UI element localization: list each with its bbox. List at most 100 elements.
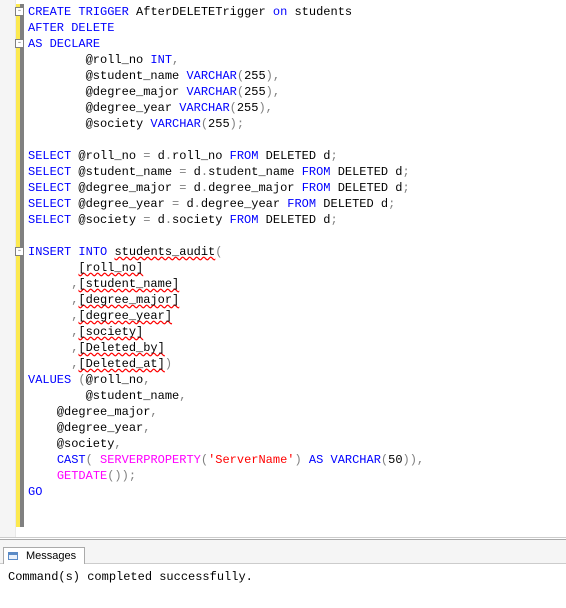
code-token: DELETED d bbox=[316, 197, 388, 211]
code-line[interactable]: SELECT @roll_no = d.roll_no FROM DELETED… bbox=[28, 148, 566, 164]
code-token: ), bbox=[266, 69, 280, 83]
code-token: VARCHAR bbox=[179, 101, 229, 115]
code-line[interactable]: @student_name, bbox=[28, 388, 566, 404]
code-area[interactable]: CREATE TRIGGER AfterDELETETrigger on stu… bbox=[28, 4, 566, 500]
code-token bbox=[28, 309, 71, 323]
code-token: @degree_year bbox=[71, 197, 172, 211]
code-token: [society] bbox=[78, 325, 143, 339]
code-token bbox=[28, 341, 71, 355]
code-line[interactable]: GO bbox=[28, 484, 566, 500]
code-token: @student_name bbox=[28, 389, 179, 403]
code-line[interactable]: ,[student_name] bbox=[28, 276, 566, 292]
messages-icon bbox=[8, 550, 22, 562]
code-token: ; bbox=[403, 181, 410, 195]
code-token: roll_no bbox=[172, 149, 230, 163]
code-token: ( bbox=[86, 453, 93, 467]
code-line[interactable]: @society VARCHAR(255); bbox=[28, 116, 566, 132]
code-token: AS bbox=[28, 37, 42, 51]
code-token: @degree_major bbox=[71, 181, 179, 195]
code-line[interactable]: CAST( SERVERPROPERTY('ServerName') AS VA… bbox=[28, 452, 566, 468]
collapse-toggle[interactable]: - bbox=[15, 39, 24, 48]
code-token: VALUES bbox=[28, 373, 71, 387]
code-token: CREATE bbox=[28, 5, 71, 19]
code-token: degree_year bbox=[201, 197, 287, 211]
code-token: students_audit bbox=[114, 245, 215, 259]
code-line[interactable]: CREATE TRIGGER AfterDELETETrigger on stu… bbox=[28, 4, 566, 20]
code-token: FROM bbox=[302, 181, 331, 195]
code-line[interactable]: SELECT @degree_year = d.degree_year FROM… bbox=[28, 196, 566, 212]
code-token: society bbox=[172, 213, 230, 227]
code-token: SELECT bbox=[28, 165, 71, 179]
code-line[interactable]: ,[degree_major] bbox=[28, 292, 566, 308]
code-line[interactable]: ,[society] bbox=[28, 324, 566, 340]
code-token: , bbox=[179, 389, 186, 403]
code-token: FROM bbox=[230, 213, 259, 227]
code-token: ; bbox=[330, 149, 337, 163]
sql-editor-pane[interactable]: CREATE TRIGGER AfterDELETETrigger on stu… bbox=[0, 0, 566, 538]
code-token: FROM bbox=[302, 165, 331, 179]
code-line[interactable]: ,[Deleted_at]) bbox=[28, 356, 566, 372]
change-marker bbox=[16, 4, 20, 527]
code-token: DELETED d bbox=[331, 181, 403, 195]
code-token: d bbox=[179, 197, 193, 211]
code-line[interactable]: [roll_no] bbox=[28, 260, 566, 276]
code-token bbox=[28, 261, 78, 275]
code-token: ; bbox=[330, 213, 337, 227]
code-token: @roll_no bbox=[86, 373, 144, 387]
code-token: [roll_no] bbox=[78, 261, 143, 275]
code-token: ) bbox=[294, 453, 301, 467]
code-token bbox=[28, 293, 71, 307]
code-token: GETDATE bbox=[57, 469, 107, 483]
code-line[interactable]: ,[Deleted_by] bbox=[28, 340, 566, 356]
code-line[interactable]: @degree_major, bbox=[28, 404, 566, 420]
code-line[interactable]: @roll_no INT, bbox=[28, 52, 566, 68]
code-token: @degree_major bbox=[28, 85, 186, 99]
code-token: FROM bbox=[287, 197, 316, 211]
code-line[interactable]: @degree_year VARCHAR(255), bbox=[28, 100, 566, 116]
code-line[interactable]: @degree_major VARCHAR(255), bbox=[28, 84, 566, 100]
code-token: , bbox=[143, 421, 150, 435]
code-token: 50 bbox=[388, 453, 402, 467]
code-line[interactable]: VALUES (@roll_no, bbox=[28, 372, 566, 388]
code-token: AFTER bbox=[28, 21, 64, 35]
code-token: 255 bbox=[244, 85, 266, 99]
code-line[interactable] bbox=[28, 132, 566, 148]
code-token: ), bbox=[258, 101, 272, 115]
code-token: , bbox=[143, 373, 150, 387]
code-token: AfterDELETETrigger bbox=[129, 5, 273, 19]
code-line[interactable]: GETDATE()); bbox=[28, 468, 566, 484]
messages-tab[interactable]: Messages bbox=[3, 547, 85, 564]
code-line[interactable]: INSERT INTO students_audit( bbox=[28, 244, 566, 260]
code-token: ), bbox=[266, 85, 280, 99]
code-token: @society bbox=[28, 437, 114, 451]
code-line[interactable]: SELECT @student_name = d.student_name FR… bbox=[28, 164, 566, 180]
code-token: @society bbox=[28, 117, 150, 131]
code-token: ( bbox=[78, 373, 85, 387]
code-token: [degree_year] bbox=[78, 309, 172, 323]
code-token bbox=[28, 357, 71, 371]
code-line[interactable]: ,[degree_year] bbox=[28, 308, 566, 324]
code-token: 255 bbox=[237, 101, 259, 115]
code-token: SELECT bbox=[28, 197, 71, 211]
code-token bbox=[42, 37, 49, 51]
code-line[interactable]: AS DECLARE bbox=[28, 36, 566, 52]
code-line[interactable] bbox=[28, 228, 566, 244]
code-line[interactable]: SELECT @society = d.society FROM DELETED… bbox=[28, 212, 566, 228]
code-token: DELETED d bbox=[258, 213, 330, 227]
code-token: VARCHAR bbox=[331, 453, 381, 467]
code-token bbox=[28, 453, 57, 467]
code-line[interactable]: AFTER DELETE bbox=[28, 20, 566, 36]
code-line[interactable]: @student_name VARCHAR(255), bbox=[28, 68, 566, 84]
collapse-toggle[interactable]: - bbox=[15, 7, 24, 16]
code-token bbox=[28, 469, 57, 483]
code-token: VARCHAR bbox=[150, 117, 200, 131]
collapse-toggle[interactable]: - bbox=[15, 247, 24, 256]
code-token: DELETED d bbox=[331, 165, 403, 179]
messages-pane: Messages Command(s) completed successful… bbox=[0, 539, 566, 607]
code-token: INSERT bbox=[28, 245, 71, 259]
code-line[interactable]: @society, bbox=[28, 436, 566, 452]
code-line[interactable]: @degree_year, bbox=[28, 420, 566, 436]
code-line[interactable]: SELECT @degree_major = d.degree_major FR… bbox=[28, 180, 566, 196]
collapse-guide bbox=[20, 4, 24, 527]
code-token: DELETED d bbox=[258, 149, 330, 163]
